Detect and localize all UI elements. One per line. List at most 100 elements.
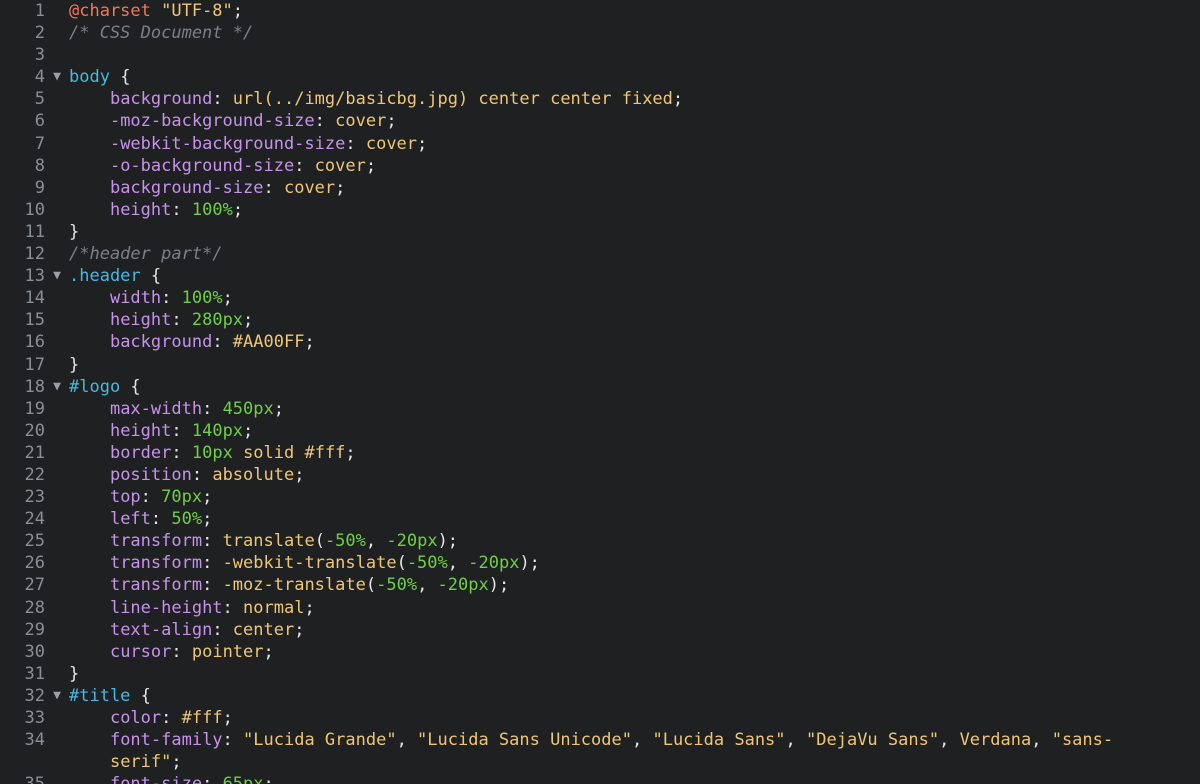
line-number: 18 — [24, 376, 45, 397]
code-line[interactable]: 28 line-height: normal; — [0, 597, 1200, 619]
code-token: max-width — [109, 398, 203, 419]
code-token: 10px — [191, 442, 233, 463]
code-line[interactable]: 15 height: 280px; — [0, 309, 1200, 331]
code-line[interactable]: 4 ▼ body { — [0, 66, 1200, 88]
code-line[interactable]: 27 transform: -moz-translate(-50%, -20px… — [0, 574, 1200, 596]
code-token: 50% — [171, 509, 203, 530]
code-text: #logo { — [69, 376, 141, 398]
code-token: -webkit-background-size — [109, 133, 346, 154]
code-token: absolute — [212, 464, 295, 485]
line-number: 30 — [24, 641, 45, 662]
code-editor[interactable]: 1 @charset "UTF-8"; 2/* CSS Document */3 4 ▼… — [0, 0, 1200, 784]
code-line[interactable]: 24 left: 50%; — [0, 508, 1200, 530]
code-line[interactable]: 7 -webkit-background-size: cover; — [0, 133, 1200, 155]
code-token: ; — [273, 398, 284, 419]
code-token: : — [202, 774, 222, 784]
code-token: : — [202, 553, 223, 574]
code-line[interactable]: 30 cursor: pointer; — [0, 641, 1200, 663]
code-token: 100% — [191, 199, 233, 220]
line-number: 9 — [34, 177, 45, 198]
line-number: 4 — [34, 67, 45, 88]
code-token: -moz-translate — [222, 575, 366, 596]
code-token: { — [109, 67, 131, 88]
code-line[interactable]: 11} — [0, 221, 1200, 243]
code-token: : — [202, 575, 223, 596]
code-token: : — [222, 730, 244, 751]
code-line[interactable]: 23 top: 70px; — [0, 486, 1200, 508]
code-line[interactable]: 9 background-size: cover; — [0, 177, 1200, 199]
code-line[interactable]: 34 font-family: "Lucida Grande", "Lucida… — [0, 729, 1200, 751]
triangle-down-icon[interactable]: ▼ — [50, 265, 64, 287]
triangle-down-icon[interactable]: ▼ — [50, 685, 64, 707]
code-text: /* CSS Document */ — [69, 22, 253, 44]
code-token: : — [161, 708, 182, 728]
code-token: { — [130, 685, 151, 706]
code-token: background — [109, 332, 213, 353]
code-token: -o-background-size — [109, 155, 295, 176]
code-token: { — [120, 376, 141, 397]
code-token: : — [171, 641, 192, 662]
code-token: , — [417, 575, 438, 596]
code-token: -50% — [324, 531, 366, 552]
code-token: , — [939, 730, 960, 751]
code-token: ; — [263, 641, 274, 662]
triangle-down-icon[interactable]: ▼ — [50, 66, 64, 88]
code-line[interactable]: 20 height: 140px; — [0, 420, 1200, 442]
code-line[interactable]: 19 max-width: 450px; — [0, 398, 1200, 420]
code-line[interactable]: 12 /*header part*/ — [0, 243, 1200, 265]
code-token: ; — [243, 420, 254, 441]
code-line[interactable]: 33 color: #fff; — [0, 707, 1200, 729]
code-token: .header — [69, 266, 141, 287]
code-line[interactable]: serif"; — [0, 751, 1200, 773]
code-line[interactable]: 17} — [0, 354, 1200, 376]
line-number: 24 — [24, 509, 45, 530]
line-number: 35 — [0, 773, 45, 784]
code-line[interactable]: 32 ▼ #title { — [0, 685, 1200, 707]
line-number: 3 — [34, 45, 45, 66]
code-line[interactable]: 25 transform: translate(-50%, -20px); — [0, 530, 1200, 552]
code-text: transform: translate(-50%, -20px); — [69, 530, 458, 552]
code-line[interactable]: 18 ▼ #logo { — [0, 376, 1200, 398]
code-text: @charset "UTF-8"; — [69, 0, 243, 22]
code-line[interactable]: 2 /* CSS Document */ — [0, 22, 1200, 44]
code-line[interactable]: 3 — [0, 44, 1200, 66]
code-line[interactable]: 21 border: 10px solid #fff; — [0, 442, 1200, 464]
code-token: ; — [365, 155, 377, 176]
code-token: top — [109, 487, 141, 508]
code-token: 70px — [161, 487, 203, 508]
code-line[interactable]: 26 transform: -webkit-translate(-50%, -2… — [0, 552, 1200, 574]
code-token: ; — [232, 199, 244, 220]
code-token: url(../img/basicbg.jpg) center center fi… — [232, 89, 673, 110]
code-line[interactable]: 14 width: 100%; — [0, 287, 1200, 309]
code-line[interactable]: 13 ▼ .header { — [0, 265, 1200, 287]
code-line[interactable]: 31} — [0, 663, 1200, 685]
code-token: ; — [222, 708, 233, 728]
code-text: top: 70px; — [69, 486, 212, 508]
code-line[interactable]: 10 height: 100%; — [0, 199, 1200, 221]
code-token: : — [202, 531, 223, 552]
code-text: #title { — [69, 685, 151, 707]
triangle-down-icon[interactable]: ▼ — [50, 376, 64, 398]
code-token: ; — [672, 89, 684, 110]
code-token: 450px — [222, 398, 274, 419]
code-text: background: url(../img/basicbg.jpg) cent… — [69, 88, 683, 110]
code-line[interactable]: 8 -o-background-size: cover; — [0, 155, 1200, 177]
code-line[interactable]: 35 font-size: 65px; — [0, 773, 1200, 784]
code-line[interactable]: 1 @charset "UTF-8"; — [0, 0, 1200, 22]
line-number: 16 — [24, 332, 45, 353]
code-line[interactable]: 6 -moz-background-size: cover; — [0, 110, 1200, 132]
code-token: font-family — [109, 730, 223, 751]
code-line[interactable]: 29 text-align: center; — [0, 619, 1200, 641]
code-line[interactable]: 5 background: url(../img/basicbg.jpg) ce… — [0, 88, 1200, 110]
code-line[interactable]: 22 position: absolute; — [0, 464, 1200, 486]
code-text: } — [69, 354, 79, 376]
code-text: height: 100%; — [69, 199, 243, 221]
code-line[interactable]: 16 background: #AA00FF; — [0, 331, 1200, 353]
